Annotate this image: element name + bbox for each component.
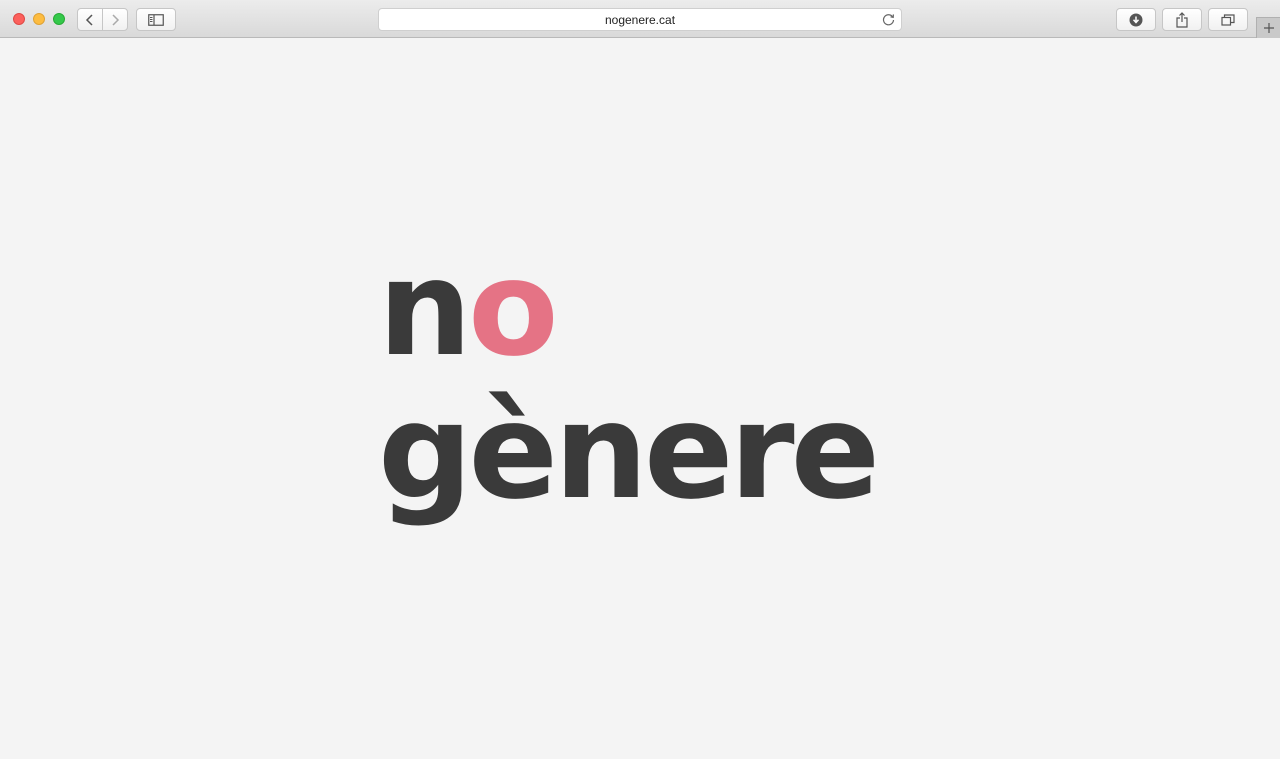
show-tabs-button[interactable] [1208, 8, 1248, 31]
reload-button[interactable] [881, 12, 896, 27]
back-button[interactable] [78, 9, 103, 30]
logo-letter-n: n [378, 232, 472, 386]
plus-icon [1263, 23, 1274, 33]
zoom-window-button[interactable] [53, 13, 65, 25]
site-logo-line-1[interactable]: no [378, 243, 559, 375]
navigation-buttons [77, 8, 128, 31]
chevron-left-icon [85, 13, 93, 26]
share-icon [1176, 11, 1188, 28]
reload-icon [882, 14, 895, 26]
downloads-button[interactable] [1116, 8, 1156, 31]
download-icon [1129, 13, 1143, 26]
logo-letter-o-accent: o [467, 232, 559, 386]
site-logo-line-2[interactable]: gènere [378, 386, 880, 518]
sidebar-icon [148, 13, 164, 26]
browser-toolbar: nogenere.cat [0, 0, 1280, 38]
sidebar-button[interactable] [136, 8, 176, 31]
new-tab-button[interactable] [1256, 17, 1280, 38]
tabs-icon [1221, 13, 1235, 26]
page-content: no gènere [0, 38, 1280, 759]
address-bar[interactable]: nogenere.cat [378, 8, 902, 31]
forward-button[interactable] [103, 9, 127, 30]
share-button[interactable] [1162, 8, 1202, 31]
browser-window: nogenere.cat no gènere [0, 0, 1280, 759]
minimize-window-button[interactable] [33, 13, 45, 25]
close-window-button[interactable] [13, 13, 25, 25]
address-url: nogenere.cat [604, 12, 676, 27]
chevron-right-icon [112, 13, 120, 26]
